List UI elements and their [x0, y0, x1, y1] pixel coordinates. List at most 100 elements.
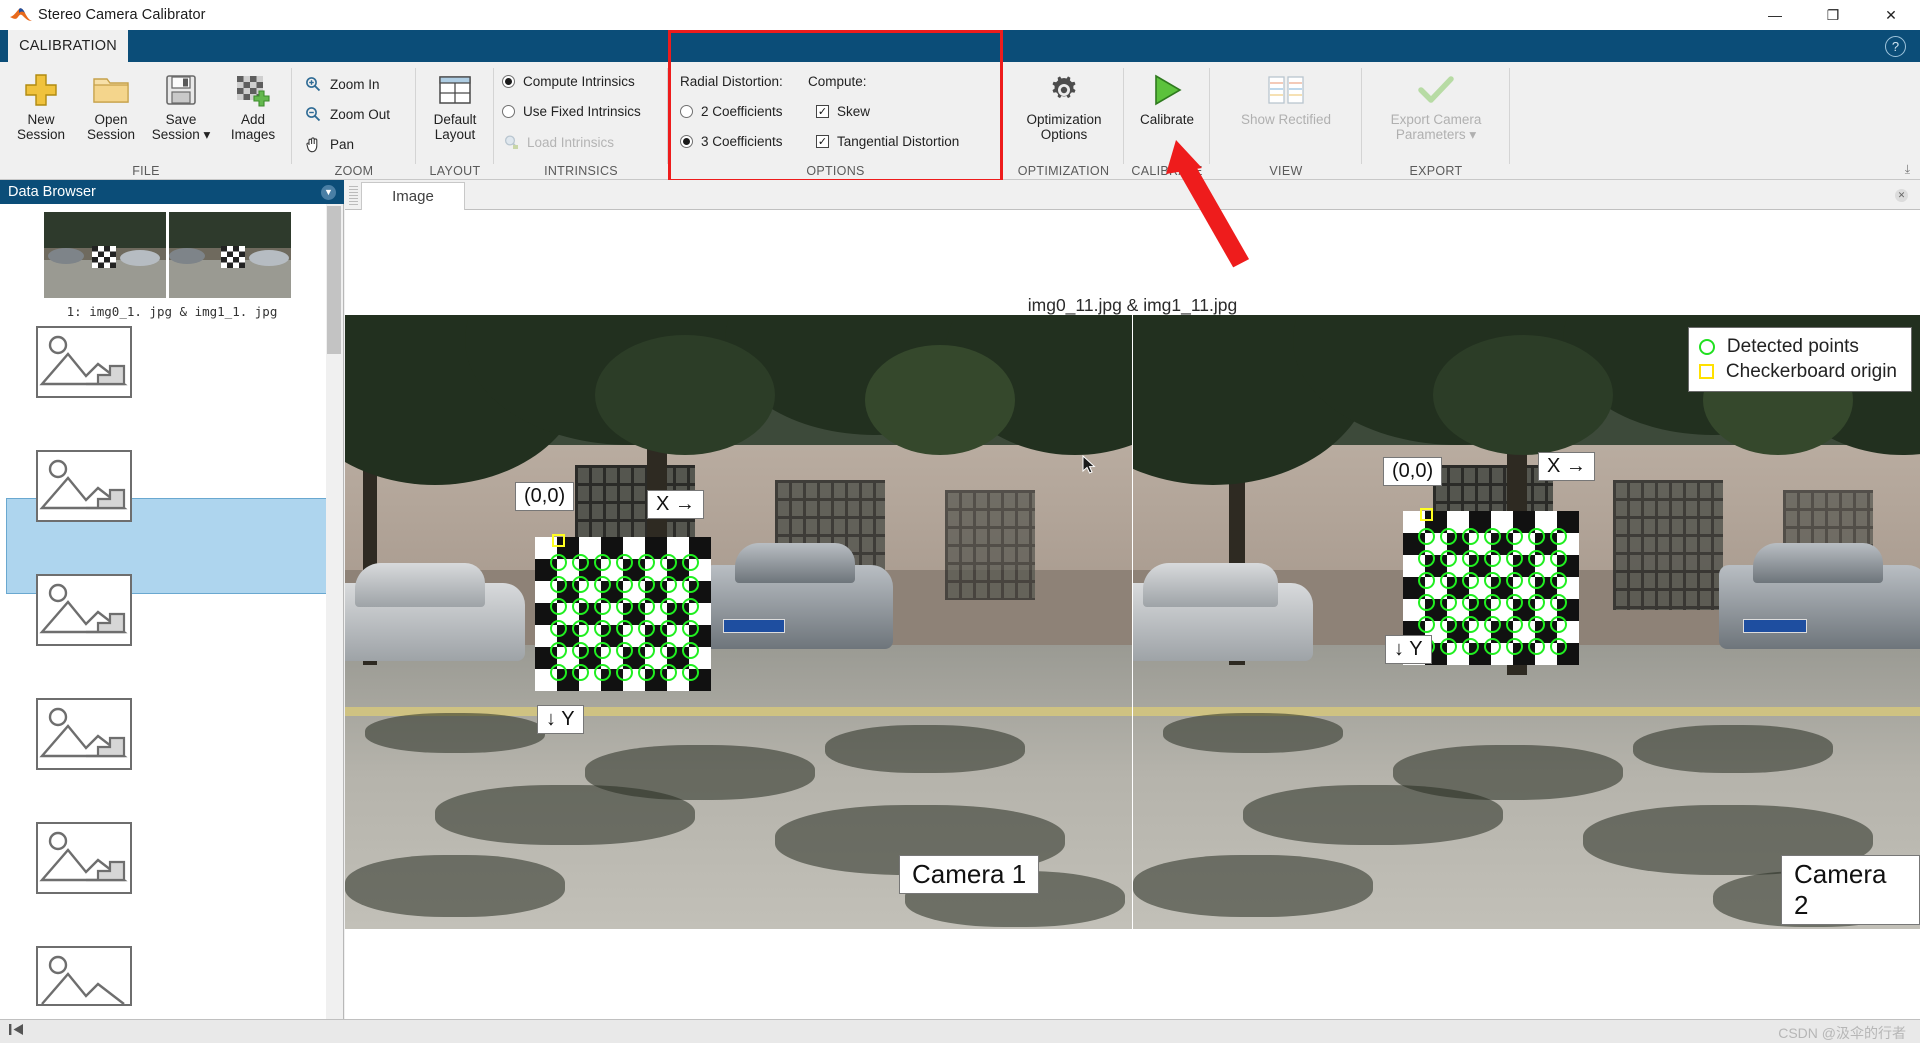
radial-2-coefficients-label: 2 Coefficients	[701, 104, 783, 119]
legend: Detected points Checkerboard origin	[1687, 327, 1912, 392]
list-item[interactable]	[36, 698, 236, 794]
optimization-options-button[interactable]: Optimization Options	[1013, 68, 1115, 156]
detected-points-marker-icon	[1698, 338, 1715, 355]
radio-indicator	[502, 75, 515, 88]
tab-grip-icon[interactable]	[349, 186, 358, 206]
thumbnail-left	[44, 212, 166, 298]
group-label-calibrate: CALIBRATE	[1131, 164, 1203, 178]
ribbon-group-intrinsics: Compute Intrinsics Use Fixed Intrinsics …	[494, 62, 668, 180]
tab-image[interactable]: Image	[361, 182, 465, 210]
photo-camera-1[interactable]: (0,0) X → ↓ Y Camera 1	[345, 315, 1132, 929]
open-session-label-1: Open	[94, 112, 128, 127]
save-session-label-2: Session ▾	[151, 127, 211, 142]
title-bar: Stereo Camera Calibrator — ❐ ✕	[0, 0, 1920, 30]
panel-close-icon[interactable]: ✕	[1895, 189, 1908, 202]
radial-distortion-header: Radial Distortion:	[680, 74, 783, 89]
pan-button[interactable]: Pan	[302, 136, 354, 153]
zoom-out-button[interactable]: Zoom Out	[302, 106, 390, 122]
image-placeholder-icon	[36, 326, 132, 398]
data-browser-title: Data Browser	[8, 184, 96, 200]
new-session-button[interactable]: New Session	[4, 68, 78, 156]
checkerboard-origin-marker	[552, 534, 565, 547]
group-label-file: FILE	[132, 164, 160, 178]
play-triangle-icon	[1150, 68, 1184, 112]
list-item[interactable]	[36, 946, 236, 1006]
ribbon-group-optimization: Optimization Options OPTIMIZATION	[1003, 62, 1124, 180]
save-disk-icon	[164, 68, 198, 112]
ribbon-group-view: Show Rectified VIEW	[1210, 62, 1362, 180]
skip-to-start-icon[interactable]	[8, 1023, 24, 1039]
green-check-icon	[1417, 68, 1455, 112]
legend-item-detected-points: Detected points	[1698, 334, 1897, 359]
camera-2-label: Camera 2	[1781, 855, 1920, 925]
data-browser-body[interactable]: 1: img0_1. jpg & img1_1. jpg	[0, 204, 344, 1019]
open-session-label-2: Session	[86, 127, 136, 142]
tangential-distortion-label: Tangential Distortion	[837, 134, 960, 149]
photo-camera-2[interactable]: (0,0) X → ↓ Y Camera 2 Detected points C…	[1133, 315, 1920, 929]
window-title: Stereo Camera Calibrator	[38, 7, 206, 23]
load-intrinsics-icon	[500, 134, 522, 150]
add-images-button[interactable]: Add Images	[216, 68, 290, 156]
default-layout-button[interactable]: Default Layout	[418, 68, 492, 156]
optimization-options-label-2: Options	[1040, 127, 1088, 142]
camera-1-label: Camera 1	[899, 855, 1040, 894]
list-item[interactable]	[36, 574, 236, 670]
y-axis-label: ↓ Y	[537, 705, 584, 734]
origin-label: (0,0)	[1383, 457, 1443, 486]
chevron-down-icon[interactable]: ▼	[321, 184, 336, 200]
zoom-out-icon	[302, 106, 324, 122]
group-label-layout: LAYOUT	[429, 164, 481, 178]
close-button[interactable]: ✕	[1862, 0, 1920, 30]
open-session-button[interactable]: Open Session	[74, 68, 148, 156]
compute-intrinsics-radio[interactable]: Compute Intrinsics	[502, 74, 635, 89]
stereo-photo-pair: (0,0) X → ↓ Y Camera 1 (0,0) X → ↓ Y Cam…	[345, 315, 1920, 929]
image-placeholder-icon	[36, 450, 132, 522]
compute-header: Compute:	[808, 74, 867, 89]
calibrate-button[interactable]: Calibrate	[1129, 68, 1205, 156]
stereo-camera-calibrator-window: Stereo Camera Calibrator — ❐ ✕ CALIBRATI…	[0, 0, 1920, 1043]
group-label-options: OPTIONS	[806, 164, 865, 178]
image-placeholder-icon	[36, 946, 132, 1006]
default-layout-label-1: Default	[433, 112, 477, 127]
group-label-intrinsics: INTRINSICS	[544, 164, 618, 178]
maximize-button[interactable]: ❐	[1804, 0, 1862, 30]
tab-calibration[interactable]: CALIBRATION	[8, 30, 128, 62]
new-session-label-2: Session	[16, 127, 66, 142]
optimization-options-label-1: Optimization	[1026, 112, 1102, 127]
group-label-view: VIEW	[1269, 164, 1303, 178]
ribbon: New Session Open Session Save Session ▾ …	[0, 62, 1920, 180]
collapse-ribbon-icon[interactable]: ⤓	[1905, 162, 1910, 177]
legend-label: Detected points	[1726, 335, 1859, 357]
use-fixed-intrinsics-radio[interactable]: Use Fixed Intrinsics	[502, 104, 641, 119]
radial-2-coefficients-radio[interactable]: 2 Coefficients	[680, 104, 783, 119]
data-browser-scroll-thumb[interactable]	[327, 206, 341, 354]
zoom-out-label: Zoom Out	[330, 106, 391, 122]
save-session-button[interactable]: Save Session ▾	[144, 68, 218, 156]
ribbon-group-layout: Default Layout LAYOUT	[416, 62, 494, 180]
checkerboard-origin-marker-icon	[1698, 364, 1714, 379]
y-axis-label: ↓ Y	[1385, 635, 1432, 664]
tangential-distortion-checkbox[interactable]: ✓ Tangential Distortion	[816, 134, 959, 149]
group-label-zoom: ZOOM	[334, 164, 374, 178]
radial-3-coefficients-radio[interactable]: 3 Coefficients	[680, 134, 783, 149]
list-item[interactable]	[36, 450, 236, 546]
mouse-cursor	[1082, 454, 1096, 475]
pan-label: Pan	[330, 137, 355, 152]
show-rectified-label: Show Rectified	[1240, 112, 1332, 127]
rectified-pair-icon	[1266, 68, 1306, 112]
ribbon-group-options: Radial Distortion: Compute: 2 Coefficien…	[668, 62, 1003, 180]
image-placeholder-icon	[36, 698, 132, 770]
zoom-in-button[interactable]: Zoom In	[302, 76, 380, 92]
skew-label: Skew	[837, 104, 871, 119]
list-item[interactable]	[36, 326, 236, 422]
checkbox-indicator: ✓	[816, 135, 829, 148]
show-rectified-button: Show Rectified	[1220, 68, 1352, 156]
minimize-button[interactable]: —	[1746, 0, 1804, 30]
list-item[interactable]	[44, 212, 291, 298]
plus-icon	[22, 68, 60, 112]
list-item[interactable]	[36, 822, 236, 918]
matlab-logo-icon	[8, 5, 34, 25]
skew-checkbox[interactable]: ✓ Skew	[816, 104, 870, 119]
image-panel-tabbar: Image ✕	[345, 180, 1920, 210]
help-icon[interactable]: ?	[1885, 36, 1906, 57]
